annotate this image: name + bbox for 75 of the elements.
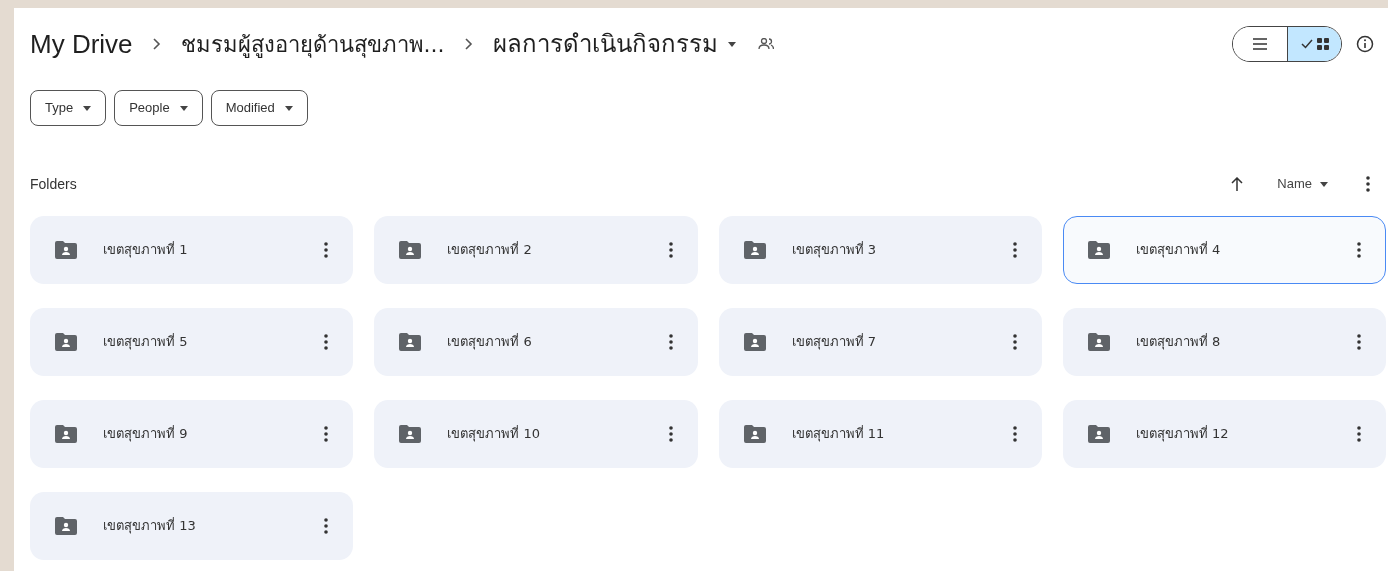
folder-name: เขตสุขภาพที่ 7: [791, 332, 876, 352]
shared-folder-icon: [399, 241, 422, 259]
shared-folder-icon: [743, 333, 766, 351]
more-icon[interactable]: [324, 425, 329, 443]
more-icon[interactable]: [1357, 333, 1361, 351]
folder-name: เขตสุขภาพที่ 9: [103, 424, 188, 444]
folder-name: เขตสุขภาพที่ 4: [1135, 240, 1221, 260]
folder-card[interactable]: เขตสุขภาพที่ 9: [30, 400, 354, 468]
filter-chip[interactable]: Type: [30, 90, 107, 126]
dropdown-caret-icon: [83, 105, 92, 111]
section-title: Folders: [30, 174, 77, 194]
folder-name: เขตสุขภาพที่ 12: [1135, 424, 1229, 444]
shared-folder-icon: [399, 425, 422, 443]
people-icon: [757, 38, 774, 50]
shared-folder-icon: [1087, 425, 1110, 443]
chevron-right-icon: [464, 38, 473, 50]
more-icon[interactable]: [668, 333, 673, 351]
grid-view-icon: [1316, 38, 1329, 50]
info-icon[interactable]: [1356, 35, 1374, 53]
folder-name: เขตสุขภาพที่ 3: [791, 240, 876, 260]
folder-name: เขตสุขภาพที่ 5: [103, 332, 188, 352]
dropdown-caret-icon: [284, 105, 293, 111]
folder-card[interactable]: เขตสุขภาพที่ 1: [30, 216, 354, 284]
shared-folder-icon: [743, 241, 766, 259]
chevron-right-icon: [152, 38, 161, 50]
folder-card[interactable]: เขตสุขภาพที่ 4: [1062, 216, 1386, 284]
more-icon[interactable]: [668, 425, 673, 443]
shared-folder-icon: [1087, 333, 1110, 351]
dropdown-caret-icon: [1320, 181, 1328, 187]
more-icon[interactable]: [324, 517, 329, 535]
breadcrumb-link[interactable]: ชมรมผู้สูงอายุด้านสุขภาพ...: [180, 27, 445, 61]
more-icon[interactable]: [324, 241, 329, 259]
sort-button[interactable]: Name: [1277, 174, 1328, 194]
folder-name: เขตสุขภาพที่ 13: [103, 516, 196, 536]
more-icon[interactable]: [324, 333, 329, 351]
more-icon[interactable]: [1357, 425, 1361, 443]
folder-card[interactable]: เขตสุขภาพที่ 10: [374, 400, 698, 468]
folder-name: เขตสุขภาพที่ 6: [447, 332, 532, 352]
folder-card[interactable]: เขตสุขภาพที่ 3: [718, 216, 1042, 284]
shared-folder-icon: [1087, 241, 1110, 259]
folder-name: เขตสุขภาพที่ 11: [791, 424, 885, 444]
more-icon[interactable]: [1012, 333, 1017, 351]
arrow-up-icon[interactable]: [1231, 177, 1244, 191]
more-icon[interactable]: [668, 241, 673, 259]
folder-card[interactable]: เขตสุขภาพที่ 2: [374, 216, 698, 284]
folder-card[interactable]: เขตสุขภาพที่ 8: [1062, 308, 1386, 376]
dropdown-caret-icon: [179, 105, 188, 111]
shared-folder-icon: [55, 517, 77, 535]
filter-chip[interactable]: People: [114, 90, 203, 126]
folder-name: เขตสุขภาพที่ 2: [447, 240, 532, 260]
folder-card[interactable]: เขตสุขภาพที่ 12: [1062, 400, 1386, 468]
more-icon[interactable]: [1012, 425, 1017, 443]
filter-chip[interactable]: Modified: [210, 90, 308, 126]
folder-card[interactable]: เขตสุขภาพที่ 6: [374, 308, 698, 376]
shared-folder-icon: [399, 333, 422, 351]
more-icon[interactable]: [1366, 175, 1370, 193]
check-icon: [1300, 39, 1313, 49]
shared-folder-icon: [55, 241, 77, 259]
list-view-icon: [1253, 38, 1267, 50]
more-icon[interactable]: [1357, 241, 1361, 259]
breadcrumb-link[interactable]: My Drive: [30, 24, 133, 64]
folder-card[interactable]: เขตสุขภาพที่ 7: [718, 308, 1042, 376]
folder-card[interactable]: เขตสุขภาพที่ 13: [30, 492, 354, 560]
shared-folder-icon: [55, 425, 77, 443]
current-folder-button[interactable]: ผลการดำเนินกิจกรรม: [492, 26, 736, 62]
view-option[interactable]: [1287, 27, 1341, 61]
shared-folder-icon: [743, 425, 766, 443]
dropdown-caret-icon: [727, 41, 736, 47]
folder-card[interactable]: เขตสุขภาพที่ 11: [718, 400, 1042, 468]
folder-name: เขตสุขภาพที่ 8: [1135, 332, 1221, 352]
folder-name: เขตสุขภาพที่ 1: [103, 240, 188, 260]
more-icon[interactable]: [1012, 241, 1017, 259]
folder-name: เขตสุขภาพที่ 10: [447, 424, 540, 444]
shared-folder-icon: [55, 333, 77, 351]
folder-card[interactable]: เขตสุขภาพที่ 5: [30, 308, 354, 376]
